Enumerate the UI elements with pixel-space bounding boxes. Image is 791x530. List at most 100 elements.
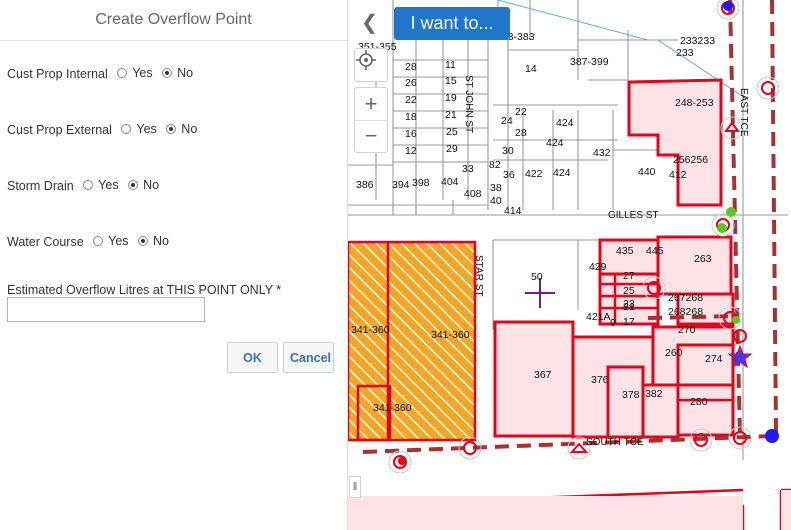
option-label: Yes [108, 234, 129, 248]
parcel-number-label: 16 [405, 128, 417, 140]
parcel-number-label: 25 [623, 285, 635, 297]
parcel-number-label: 38 [490, 182, 502, 194]
collapse-panel-button[interactable]: ❮ [353, 8, 386, 36]
parcel-number-label: 40 [490, 195, 502, 207]
water-course-row: Water Course Yes No [7, 234, 169, 249]
street-label: STAR ST [473, 255, 484, 296]
parcel-number-label: 378 [622, 389, 640, 401]
parcel-number-label: 445 [646, 245, 664, 257]
crosshair-icon [356, 50, 376, 70]
cust-prop-external-no-radio[interactable]: No [166, 122, 197, 136]
cust-prop-internal-yes-radio[interactable]: Yes [117, 66, 153, 80]
litres-input[interactable] [7, 297, 205, 322]
parcel-number-label: 233 [676, 47, 694, 59]
parcel-number-label: 412 [669, 169, 687, 181]
parcel-number-label: 14 [525, 63, 537, 75]
parcel-number-label: 36 [503, 169, 515, 181]
parcel-number-label: 424 [546, 137, 564, 149]
option-label: Yes [98, 178, 119, 192]
parcel-number-label: 424 [556, 117, 574, 129]
radio-icon[interactable] [117, 68, 128, 78]
storm-drain-row: Storm Drain Yes No [7, 178, 159, 193]
parcel-number-label: 341-360 [373, 402, 412, 414]
parcel-number-label: 256256 [673, 154, 708, 166]
parcel-number-label: 424 [553, 167, 571, 179]
parcel-number-label: 263 [694, 253, 712, 265]
parcel-number-label: 24 [501, 115, 513, 127]
lower-right-parcel [781, 490, 791, 530]
parcel-number-label: 376 [591, 374, 609, 386]
parcel-number-label: 25 [446, 126, 458, 138]
locate-me-button[interactable] [354, 48, 388, 82]
radio-checked-icon[interactable] [166, 124, 177, 134]
chevron-left-icon: ❮ [361, 11, 378, 34]
parcel-number-label: 11 [445, 59, 456, 71]
parcel-number-label: 82 [489, 159, 501, 171]
radio-checked-icon[interactable] [138, 236, 149, 246]
option-label: No [143, 178, 160, 192]
parcel-number-label: 29 [446, 143, 458, 155]
parcel-number-label: 9 [610, 317, 616, 329]
i-want-to-button[interactable]: I want to... [394, 7, 510, 40]
parcel-number-label: 270 [678, 324, 696, 336]
radio-checked-icon[interactable] [128, 180, 139, 190]
parcel-number-label: 22 [515, 106, 527, 118]
parcel-number-label: 22 [405, 94, 417, 106]
map-view[interactable]: GILLES ST EAST TCE SOUTH TCE ST JOHN ST … [347, 0, 791, 530]
parcel-number-label: 440 [638, 166, 656, 178]
parcel-number-label: 422 [525, 168, 543, 180]
water-course-no-radio[interactable]: No [138, 234, 169, 248]
panel-resize-handle[interactable]: ‖ [349, 476, 361, 498]
water-course-yes-radio[interactable]: Yes [93, 234, 129, 248]
cancel-button[interactable]: Cancel [283, 342, 334, 373]
zoom-in-button[interactable]: + [355, 88, 387, 121]
parcel-number-label: 267268 [668, 292, 703, 304]
parcel-number-label: 248-253 [675, 97, 714, 109]
zoom-control: + − [354, 87, 388, 153]
zoom-out-button[interactable]: − [355, 121, 387, 153]
parcel-number-label: 15 [445, 75, 457, 87]
radio-icon[interactable] [121, 124, 132, 134]
lower-parcel [348, 496, 743, 530]
ok-button[interactable]: OK [227, 342, 278, 373]
panel-title: Create Overflow Point [0, 0, 347, 41]
parcel-number-label: 386 [356, 179, 374, 191]
parcel-number-label: 268268 [668, 306, 703, 318]
parcel-number-label: 50 [531, 271, 543, 283]
parcel-number-label: 394 [392, 179, 410, 191]
parcel-number-label: 398 [412, 177, 430, 189]
option-label: No [153, 234, 170, 248]
parcel-number-label: 12 [405, 145, 417, 157]
parcel-number-label: 341-360 [351, 324, 390, 336]
parcel-number-label: 421A [586, 311, 611, 323]
street-label: GILLES ST [608, 210, 659, 221]
cust-prop-internal-no-radio[interactable]: No [162, 66, 193, 80]
parcel-number-label: 21 [445, 109, 457, 121]
parcel-number-label: 387-399 [570, 56, 609, 68]
parcel-number-label: 27 [623, 270, 635, 282]
radio-icon[interactable] [83, 180, 94, 190]
map-canvas[interactable]: GILLES ST EAST TCE SOUTH TCE ST JOHN ST … [348, 0, 791, 530]
radio-checked-icon[interactable] [162, 68, 173, 78]
parcel-number-label: 382 [645, 388, 663, 400]
parcel-number-label: 233233 [680, 35, 715, 47]
parcel-number-label: 367 [534, 369, 552, 381]
cust-prop-internal-row: Cust Prop Internal Yes No [7, 66, 193, 81]
storm-drain-yes-radio[interactable]: Yes [83, 178, 119, 192]
parcel-number-label: 17 [623, 316, 635, 328]
option-label: Yes [136, 122, 157, 136]
cust-prop-external-yes-radio[interactable]: Yes [121, 122, 157, 136]
parcel-number-label: 30 [502, 145, 514, 157]
parcel-number-label: 341-360 [431, 329, 470, 341]
parcel-number-label: 274 [705, 353, 723, 365]
option-label: Yes [132, 66, 153, 80]
option-label: No [177, 66, 194, 80]
street-label: EAST TCE [738, 88, 749, 137]
storm-drain-no-radio[interactable]: No [128, 178, 159, 192]
parcel-number-label: 260 [665, 347, 683, 359]
radio-icon[interactable] [93, 236, 104, 246]
option-label: No [181, 122, 198, 136]
parcel-number-label: 28 [515, 127, 527, 139]
parcel-number-label: 28 [405, 61, 417, 73]
question-label: Cust Prop External [7, 123, 112, 137]
